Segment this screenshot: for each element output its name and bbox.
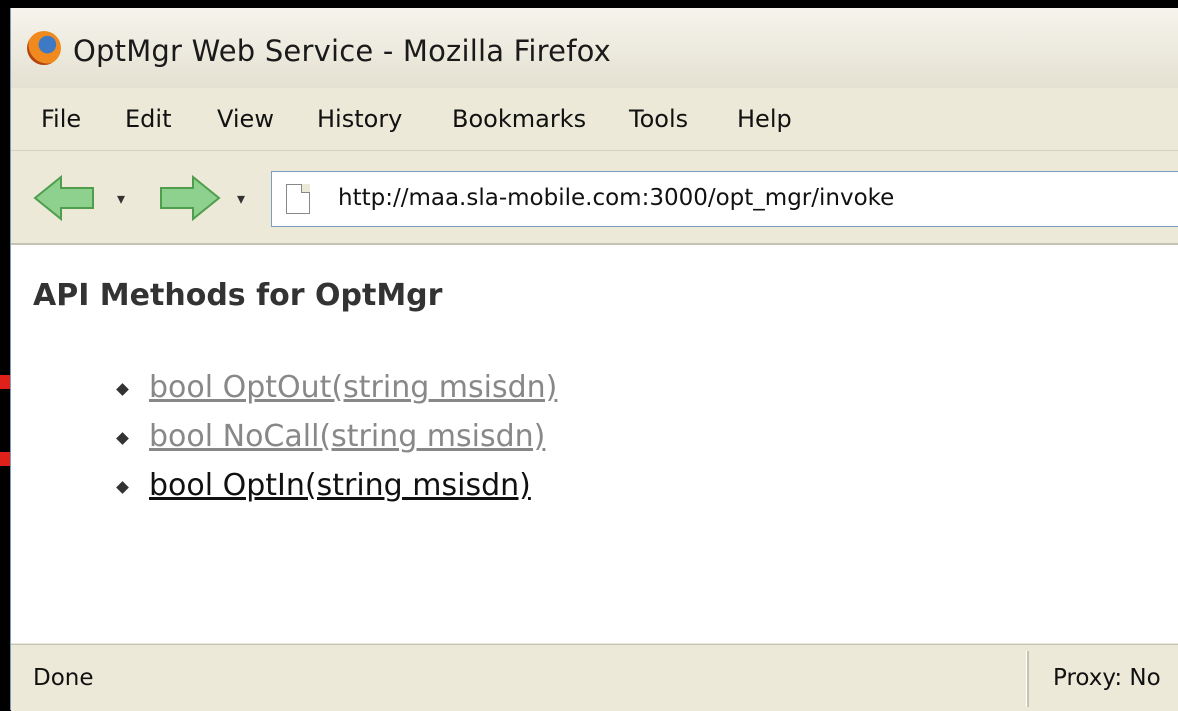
forward-button[interactable]	[153, 173, 223, 223]
title-bar: OptMgr Web Service - Mozilla Firefox	[11, 8, 1178, 89]
page-heading: API Methods for OptMgr	[33, 278, 443, 313]
background-edge	[0, 0, 10, 710]
url-text[interactable]: http://maa.sla-mobile.com:3000/opt_mgr/i…	[338, 185, 894, 211]
navigation-toolbar: ▾ ▾ http://maa.sla-mobile.com:3000/opt_m…	[11, 151, 1178, 245]
proxy-status[interactable]: Proxy: No	[1053, 665, 1161, 691]
page-content: API Methods for OptMgr bool OptOut(strin…	[11, 245, 1178, 643]
window-title: OptMgr Web Service - Mozilla Firefox	[73, 34, 612, 68]
back-button[interactable]	[31, 173, 101, 223]
back-history-dropdown-icon[interactable]: ▾	[117, 189, 125, 208]
bullet-icon	[116, 432, 129, 445]
bullet-icon	[116, 383, 129, 396]
forward-history-dropdown-icon[interactable]: ▾	[237, 189, 245, 208]
firefox-icon	[27, 31, 61, 65]
method-link-nocall[interactable]: bool NoCall(string msisdn)	[149, 419, 545, 454]
method-link-optout[interactable]: bool OptOut(string msisdn)	[149, 370, 557, 405]
menu-file[interactable]: File	[41, 105, 81, 133]
status-bar: Done Proxy: No	[11, 644, 1178, 711]
method-link-optin[interactable]: bool OptIn(string msisdn)	[149, 468, 531, 503]
status-text: Done	[33, 665, 94, 691]
back-arrow-icon	[33, 174, 94, 222]
menu-bookmarks[interactable]: Bookmarks	[452, 105, 586, 133]
menu-help[interactable]: Help	[737, 105, 792, 133]
url-bar[interactable]: http://maa.sla-mobile.com:3000/opt_mgr/i…	[271, 171, 1178, 227]
background-red-mark	[0, 375, 10, 389]
forward-arrow-icon	[160, 174, 221, 222]
status-divider	[1026, 651, 1029, 707]
page-icon	[286, 184, 310, 214]
bullet-icon	[116, 481, 129, 494]
menu-tools[interactable]: Tools	[629, 105, 688, 133]
menu-history[interactable]: History	[317, 105, 402, 133]
browser-window: OptMgr Web Service - Mozilla Firefox Fil…	[10, 8, 1178, 711]
menu-edit[interactable]: Edit	[125, 105, 171, 133]
menu-view[interactable]: View	[217, 105, 274, 133]
menu-bar: File Edit View History Bookmarks Tools H…	[11, 88, 1178, 151]
background-red-mark	[0, 452, 10, 466]
